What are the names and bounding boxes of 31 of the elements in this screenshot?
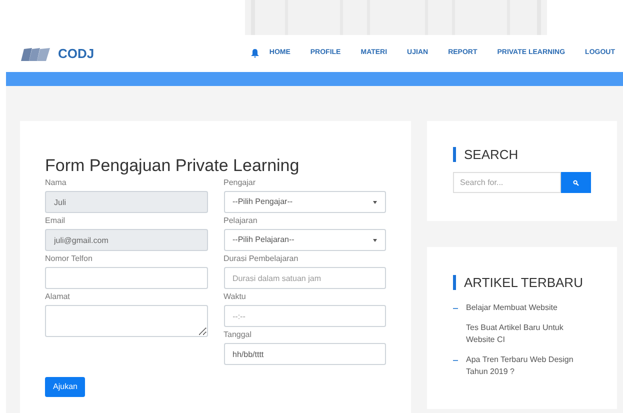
field-label: Nama — [45, 178, 68, 188]
article-link[interactable]: Belajar Membuat Website — [466, 302, 586, 314]
field-label: Durasi Pembelajaran — [224, 254, 300, 264]
submit-button[interactable]: Ajukan — [45, 377, 86, 397]
input-field[interactable]: --:-- — [224, 305, 386, 327]
input-field[interactable] — [45, 267, 208, 289]
select-field[interactable]: --Pilih Pelajaran-- — [224, 229, 386, 251]
textarea-field[interactable] — [45, 305, 208, 337]
caret-icon — [373, 200, 377, 204]
search-field[interactable]: Search for... — [453, 172, 561, 193]
field-label: Email — [45, 216, 66, 226]
brand-name: CODJ — [58, 44, 94, 63]
bell-icon[interactable] — [251, 49, 260, 58]
field-label: Waktu — [224, 292, 247, 302]
select-field[interactable]: --Pilih Pengajar-- — [224, 191, 386, 213]
article-link[interactable]: Tes Buat Artikel Baru Untuk Website CI — [466, 322, 586, 346]
section-title: SEARCH — [453, 147, 591, 162]
search-icon — [573, 180, 579, 186]
logo-icon — [20, 46, 52, 62]
form-title: Form Pengajuan Private Learning — [45, 156, 300, 176]
input-field[interactable]: hh/bb/tttt — [224, 343, 386, 365]
field-label: Nomor Telfon — [45, 254, 94, 264]
field-label: Pelajaran — [224, 216, 258, 226]
field-label: Tanggal — [224, 330, 253, 340]
field-label: Pengajar — [224, 178, 257, 188]
article-link[interactable]: Apa Tren Terbaru Web Design Tahun 2019 ? — [466, 354, 586, 378]
field-label: Alamat — [45, 292, 71, 302]
search-button[interactable] — [561, 172, 591, 193]
input-field[interactable]: Durasi dalam satuan jam — [224, 267, 386, 289]
section-title: ARTIKEL TERBARU — [453, 275, 591, 290]
caret-icon — [373, 238, 377, 242]
